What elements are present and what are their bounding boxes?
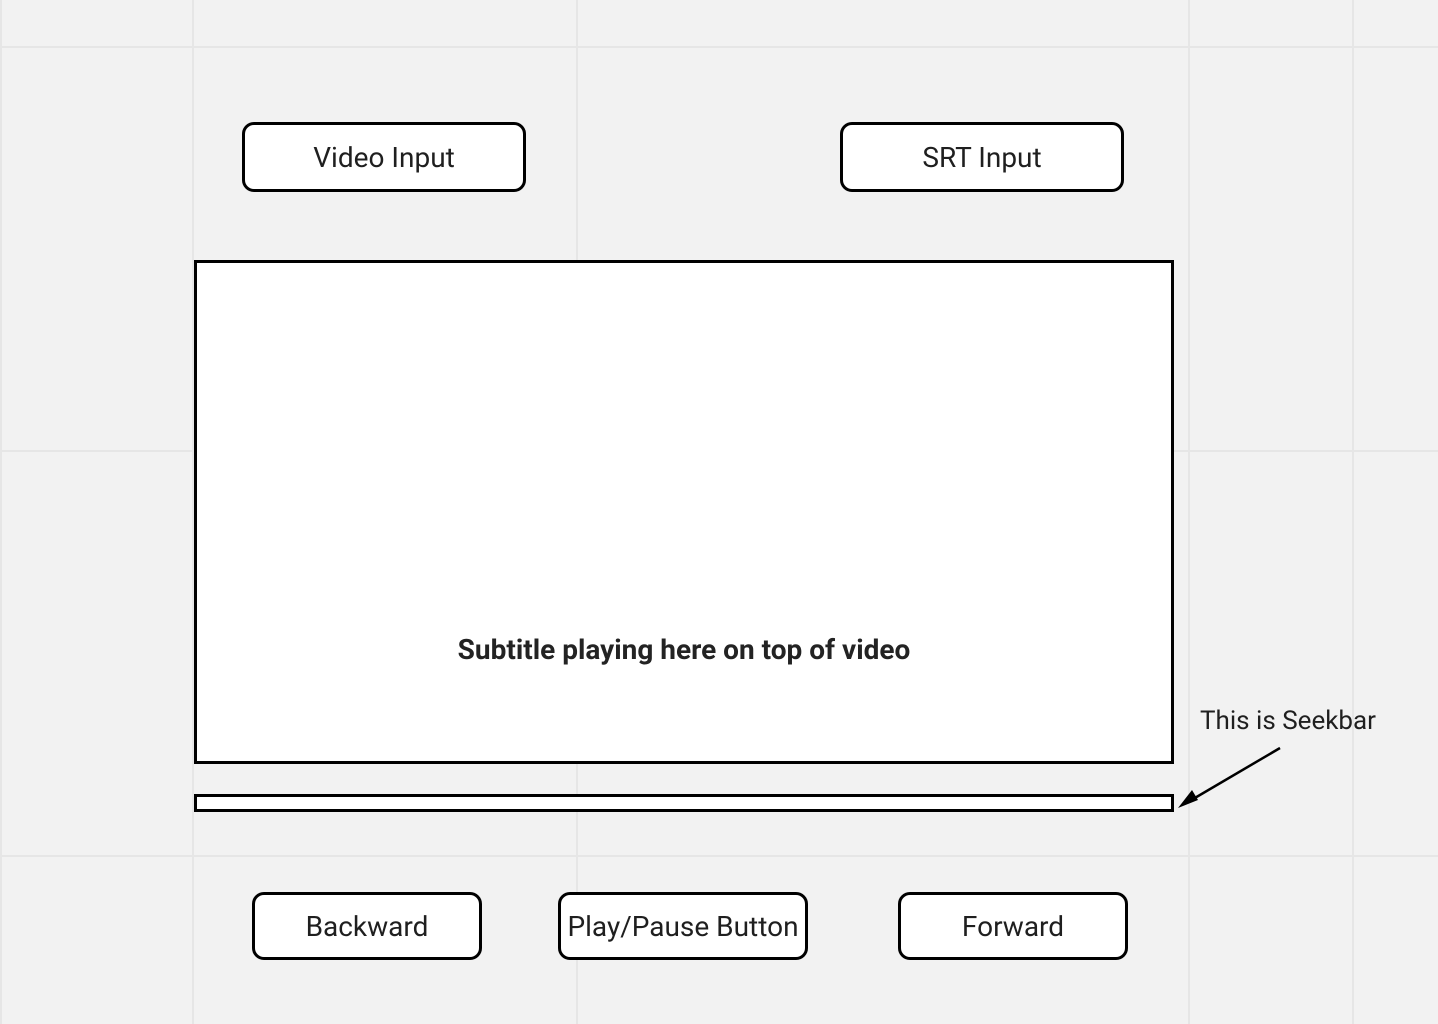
annotation-arrow-icon — [1170, 740, 1290, 820]
subtitle-overlay: Subtitle playing here on top of video — [197, 633, 1171, 666]
forward-label: Forward — [962, 910, 1064, 943]
backward-label: Backward — [306, 910, 429, 943]
video-input-button[interactable]: Video Input — [242, 122, 526, 192]
video-input-label: Video Input — [313, 141, 455, 174]
seekbar[interactable] — [194, 794, 1174, 812]
forward-button[interactable]: Forward — [898, 892, 1128, 960]
play-pause-label: Play/Pause Button — [567, 910, 798, 943]
play-pause-button[interactable]: Play/Pause Button — [558, 892, 808, 960]
backward-button[interactable]: Backward — [252, 892, 482, 960]
srt-input-label: SRT Input — [922, 141, 1041, 174]
video-player-frame[interactable]: Subtitle playing here on top of video — [194, 260, 1174, 764]
srt-input-button[interactable]: SRT Input — [840, 122, 1124, 192]
seekbar-annotation: This is Seekbar — [1200, 706, 1376, 736]
